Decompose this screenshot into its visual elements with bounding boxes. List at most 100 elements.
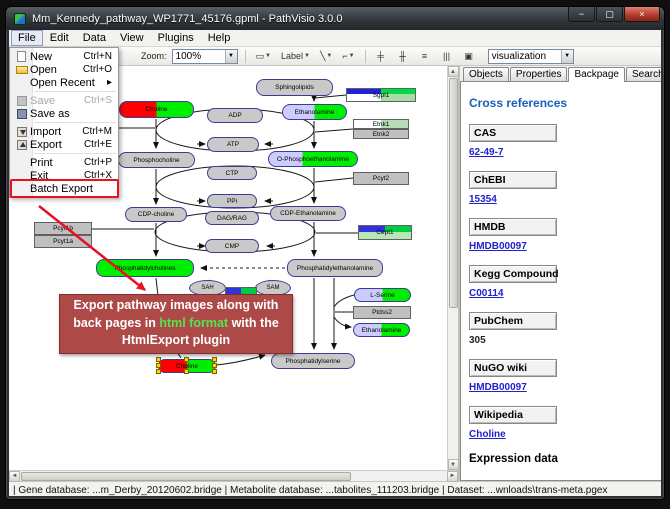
label-button[interactable]: Label▼ [278, 49, 313, 64]
crossref-link[interactable]: Choline [469, 429, 506, 440]
gene-node-sgpl1[interactable]: Sgpl1 [346, 88, 416, 102]
selection-handle[interactable] [212, 363, 217, 368]
metabolite-node-phosphatidylethanolamine[interactable]: Phosphatidylethanolamine [287, 259, 383, 277]
menubar-item-edit[interactable]: Edit [43, 30, 76, 46]
scrollbar-thumb[interactable] [21, 472, 351, 481]
metabolite-node-atp[interactable]: ATP [207, 137, 259, 152]
gene-node-pcyt2[interactable]: Pcyt2 [353, 172, 409, 185]
gene-node-pcyt1b[interactable]: Pcyt1b [34, 222, 92, 235]
visualization-combobox[interactable]: visualization ▼ [488, 49, 574, 64]
metabolite-node-cdp-choline[interactable]: CDP-choline [125, 207, 187, 222]
distribute-vertical-button[interactable]: ≡ [417, 49, 433, 64]
expression-data-heading: Expression data [469, 453, 661, 465]
tab-backpage[interactable]: Backpage [568, 67, 624, 82]
metabolite-node-ppi[interactable]: PPi [207, 194, 257, 208]
menu-item-print[interactable]: PrintCtrl+P [10, 156, 118, 169]
node-label: Ethanolamine [362, 327, 402, 334]
save-as-icon [13, 109, 30, 119]
selection-handle[interactable] [212, 357, 217, 362]
distribute-horizontal-button[interactable]: ||| [439, 49, 455, 64]
canvas-horizontal-scrollbar[interactable]: ◄ ► [9, 470, 458, 481]
crossref-link[interactable]: HMDB00097 [469, 382, 527, 393]
crossref-link[interactable]: C00114 [469, 288, 503, 299]
canvas-vertical-scrollbar[interactable]: ▲ ▼ [447, 66, 458, 470]
tab-properties[interactable]: Properties [510, 67, 568, 81]
close-button[interactable]: × [624, 7, 660, 22]
tab-search[interactable]: Search [626, 67, 661, 81]
crossref-link[interactable]: 15354 [469, 194, 497, 205]
chevron-down-icon[interactable]: ▼ [326, 53, 332, 59]
scrollbar-thumb[interactable] [449, 78, 458, 308]
align-vertical-center-button[interactable]: ╪ [373, 49, 389, 64]
menubar-item-data[interactable]: Data [76, 30, 113, 46]
scroll-down-icon[interactable]: ▼ [448, 459, 459, 470]
chevron-down-icon[interactable]: ▼ [225, 50, 237, 63]
client-area: FileEditDataViewPluginsHelp Zoom: 100% ▼… [9, 30, 661, 496]
menubar-item-plugins[interactable]: Plugins [151, 30, 201, 46]
sidebar-tabs: ObjectsPropertiesBackpageSearchLegend [460, 66, 661, 81]
stack-button[interactable]: ▣ [461, 49, 477, 64]
menu-item-save-as[interactable]: Save as [10, 107, 118, 120]
selection-handle[interactable] [184, 357, 189, 362]
gene-node-etnk1[interactable]: Etnk1 [353, 119, 409, 129]
selection-handle[interactable] [156, 357, 161, 362]
menu-item-export[interactable]: ExportCtrl+E [10, 138, 118, 151]
crossref-link[interactable]: HMDB00097 [469, 241, 527, 252]
line-button[interactable]: ╲▼ [317, 49, 335, 64]
menu-item-label: Import [30, 126, 61, 138]
metabolite-node-ethanolamine[interactable]: Ethanolamine [353, 323, 410, 337]
gene-node-pcyt1a[interactable]: Pcyt1a [34, 235, 92, 248]
metabolite-node-choline[interactable]: Choline [119, 101, 194, 118]
datanode-button[interactable]: ▭▼ [253, 49, 274, 64]
window-title: Mm_Kennedy_pathway_WP1771_45176.gpml - P… [32, 13, 561, 25]
selection-handle[interactable] [156, 363, 161, 368]
gene-node-ptdss2[interactable]: Ptdss2 [353, 306, 411, 319]
menu-item-open[interactable]: OpenCtrl+O [10, 63, 118, 76]
node-label: Ethanolamine [295, 109, 335, 116]
save-icon [17, 96, 27, 106]
selection-handle[interactable] [212, 369, 217, 374]
gene-node-cept1[interactable]: Cept1 [358, 225, 412, 240]
metabolite-node-ethanolamine[interactable]: Ethanolamine [282, 104, 347, 120]
node-label: Etnk2 [373, 131, 390, 138]
chevron-down-icon[interactable]: ▼ [561, 50, 573, 63]
menu-item-import[interactable]: ImportCtrl+M [10, 125, 118, 138]
menubar-item-help[interactable]: Help [201, 30, 238, 46]
metabolite-node-sphingolipids[interactable]: Sphingolipids [256, 79, 333, 96]
scroll-left-icon[interactable]: ◄ [9, 471, 20, 482]
chevron-down-icon[interactable]: ▼ [349, 53, 355, 59]
scroll-right-icon[interactable]: ► [447, 471, 458, 482]
gene-node-etnk2[interactable]: Etnk2 [353, 129, 409, 139]
zoom-combobox[interactable]: 100% ▼ [172, 49, 238, 64]
menu-item-new[interactable]: NewCtrl+N [10, 50, 118, 63]
metabolite-node-phosphocholine[interactable]: Phosphocholine [118, 152, 195, 168]
metabolite-node-o-phosphoethanolamine[interactable]: O-Phosphoethanolamine [268, 151, 358, 167]
menu-item-batch-export[interactable]: Batch Export [10, 182, 118, 195]
metabolite-node-choline[interactable]: Choline [158, 359, 216, 373]
chevron-down-icon[interactable]: ▼ [265, 53, 271, 59]
metabolite-node-phosphatidylserine[interactable]: Phosphatidylserine [271, 353, 355, 369]
maximize-button[interactable]: ▢ [596, 7, 623, 22]
selection-handle[interactable] [184, 369, 189, 374]
minimize-button[interactable]: − [568, 7, 595, 22]
scroll-up-icon[interactable]: ▲ [448, 66, 459, 77]
connector-button[interactable]: ⌐▼ [339, 49, 357, 64]
crossref-link[interactable]: 62-49-7 [469, 147, 503, 158]
metabolite-node-cdp-ethanolamine[interactable]: CDP-Ethanolamine [270, 206, 346, 221]
menu-item-open-recent[interactable]: Open Recent▸ [10, 76, 118, 89]
menubar-item-view[interactable]: View [113, 30, 151, 46]
metabolite-node-cmp[interactable]: CMP [205, 239, 259, 253]
metabolite-node-ctp[interactable]: CTP [207, 166, 257, 180]
statusbar: | Gene database: ...m_Derby_20120602.bri… [9, 481, 661, 496]
menu-item-save[interactable]: SaveCtrl+S [10, 94, 118, 107]
selection-handle[interactable] [156, 369, 161, 374]
metabolite-node-adp[interactable]: ADP [207, 108, 263, 123]
menubar-item-file[interactable]: File [11, 30, 43, 46]
chevron-down-icon[interactable]: ▼ [304, 53, 310, 59]
tab-objects[interactable]: Objects [463, 67, 509, 81]
metabolite-node-phosphatidylcholines[interactable]: Phosphatidylcholines [96, 259, 194, 277]
metabolite-node-l-serine[interactable]: L-Serine [354, 288, 411, 302]
crossref-header: CAS [469, 124, 557, 142]
metabolite-node-dag-rag[interactable]: DAG/RAG [205, 211, 259, 225]
align-horizontal-center-button[interactable]: ╫ [395, 49, 411, 64]
